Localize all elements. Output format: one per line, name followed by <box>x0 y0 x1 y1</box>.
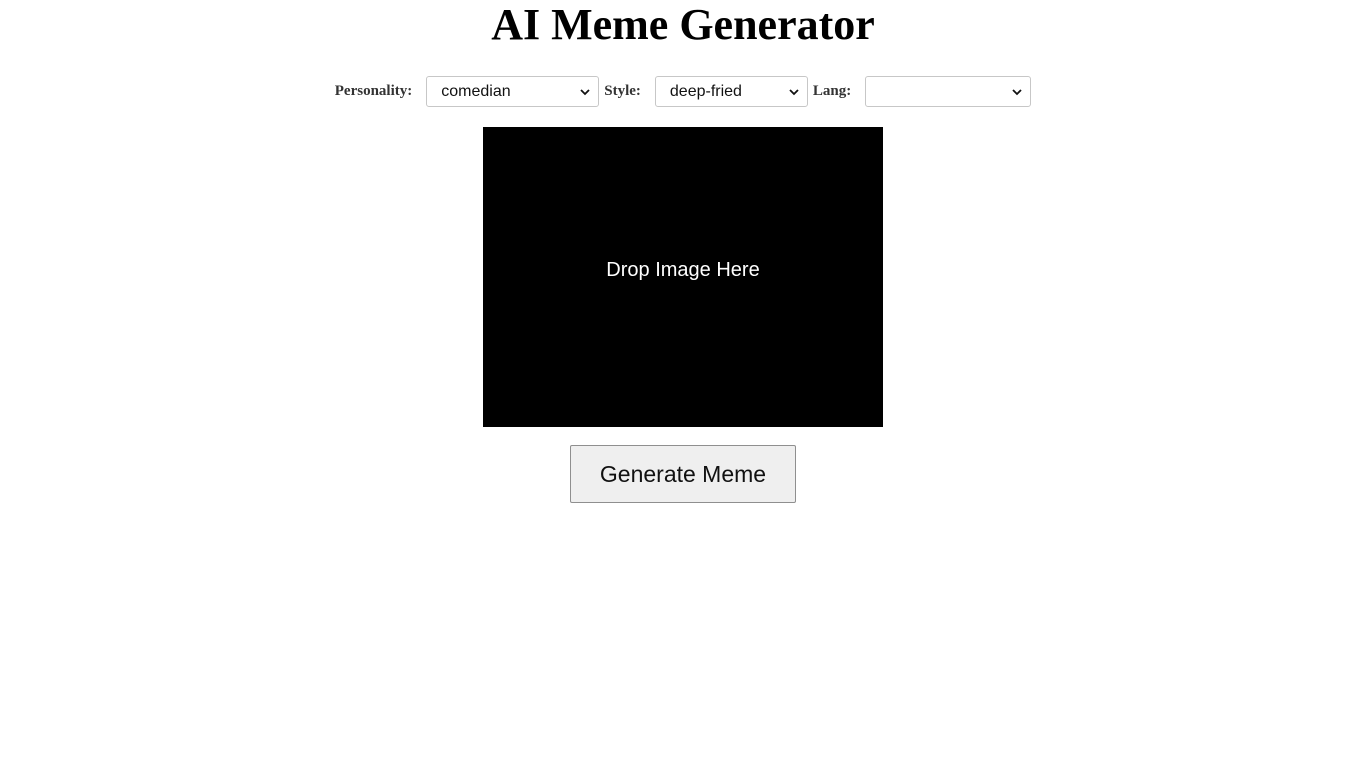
personality-label: Personality: <box>334 83 413 99</box>
drop-zone-text: Drop Image Here <box>606 258 760 281</box>
personality-select[interactable]: comedian <box>426 76 600 107</box>
image-drop-zone[interactable]: Drop Image Here <box>483 127 883 427</box>
chevron-down-icon <box>1012 89 1022 96</box>
personality-select-value: comedian <box>441 82 511 100</box>
style-select[interactable]: deep-fried <box>654 76 808 107</box>
style-select-value: deep-fried <box>669 82 742 100</box>
lang-select[interactable] <box>865 76 1032 107</box>
controls-bar: Personality: comedian Style: deep-fried … <box>0 76 1366 107</box>
chevron-down-icon <box>789 89 799 96</box>
lang-label: Lang: <box>812 83 852 99</box>
style-label: Style: <box>604 83 641 99</box>
chevron-down-icon <box>580 89 590 96</box>
page-title: AI Meme Generator <box>491 0 875 49</box>
generate-meme-button[interactable]: Generate Meme <box>570 445 796 503</box>
